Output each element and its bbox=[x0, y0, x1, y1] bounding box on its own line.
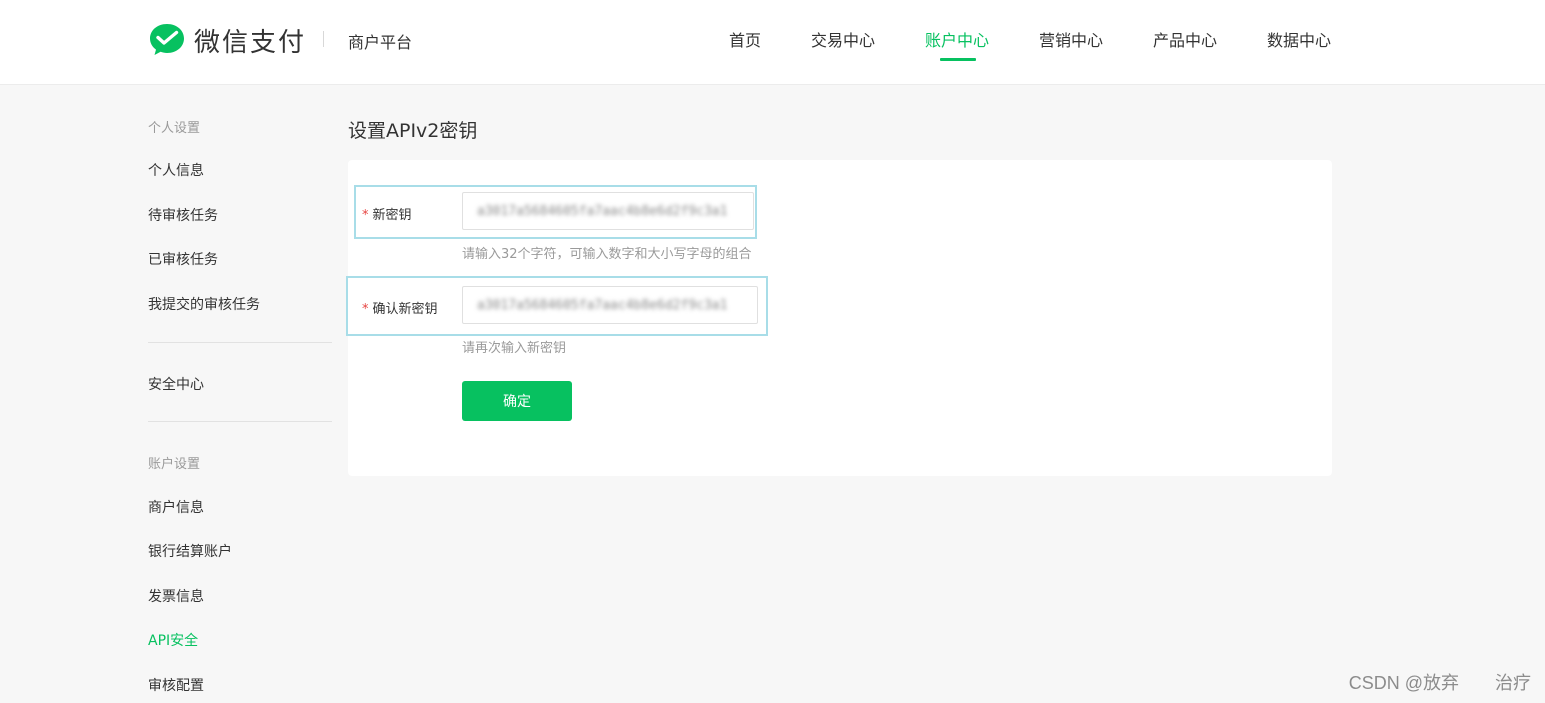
sidebar-group-personal: 个人设置 bbox=[148, 121, 201, 136]
new-key-label-text: 新密钥 bbox=[372, 208, 412, 223]
form-card: *新密钥 请输入32个字符，可输入数字和大小写字母的组合 *确认新密钥 请再次输… bbox=[346, 160, 1332, 476]
required-mark: * bbox=[362, 208, 369, 223]
page-title: 设置APIv2密钥 bbox=[348, 120, 478, 142]
required-mark: * bbox=[362, 302, 369, 317]
nav-data[interactable]: 数据中心 bbox=[1267, 27, 1331, 51]
sidebar-item-review-config[interactable]: 审核配置 bbox=[148, 675, 204, 695]
logo-text: 微信支付 bbox=[194, 27, 307, 58]
sidebar-item-invoice-info[interactable]: 发票信息 bbox=[148, 586, 204, 606]
csdn-watermark: CSDN @放弃 治疗 bbox=[1348, 673, 1531, 693]
nav-account-center[interactable]: 账户中心 bbox=[925, 27, 989, 51]
wechat-pay-logo-icon bbox=[150, 24, 184, 55]
sidebar-item-api-security[interactable]: API安全 bbox=[148, 630, 198, 650]
wechat-pay-logo[interactable]: 微信支付 bbox=[148, 22, 306, 58]
sidebar-item-security-center[interactable]: 安全中心 bbox=[148, 374, 204, 394]
confirm-button[interactable]: 确定 bbox=[462, 381, 572, 421]
new-key-input[interactable] bbox=[463, 193, 753, 229]
confirm-key-hint: 请再次输入新密钥 bbox=[462, 341, 567, 356]
sidebar-item-merchant-info[interactable]: 商户信息 bbox=[148, 497, 204, 517]
confirm-key-field[interactable] bbox=[462, 286, 758, 324]
sidebar-item-bank-account[interactable]: 银行结算账户 bbox=[148, 541, 232, 561]
sidebar-item-pending-review[interactable]: 待审核任务 bbox=[148, 205, 218, 225]
nav-products[interactable]: 产品中心 bbox=[1153, 27, 1217, 51]
nav-transactions[interactable]: 交易中心 bbox=[811, 27, 875, 51]
header-divider bbox=[323, 31, 324, 47]
top-header: 微信支付 商户平台 首页 交易中心 账户中心 营销中心 产品中心 数据中心 bbox=[0, 0, 1545, 85]
nav-marketing[interactable]: 营销中心 bbox=[1039, 27, 1103, 51]
nav-active-indicator bbox=[940, 58, 976, 61]
confirm-key-label: * 确认新密钥 bbox=[362, 298, 438, 317]
sidebar-item-reviewed[interactable]: 已审核任务 bbox=[148, 249, 218, 269]
nav-home[interactable]: 首页 bbox=[729, 27, 761, 51]
sidebar-group-account: 账户设置 bbox=[148, 457, 201, 472]
sidebar-item-personal-info[interactable]: 个人信息 bbox=[148, 160, 204, 180]
platform-name: 商户平台 bbox=[348, 33, 413, 52]
sidebar-divider bbox=[148, 421, 332, 422]
new-key-hint: 请输入32个字符，可输入数字和大小写字母的组合 bbox=[462, 247, 752, 262]
sidebar-divider bbox=[148, 342, 332, 343]
confirm-key-label-text: 确认新密钥 bbox=[372, 302, 438, 317]
sidebar-item-my-submitted[interactable]: 我提交的审核任务 bbox=[148, 294, 260, 314]
new-key-label: * 新密钥 bbox=[362, 204, 412, 223]
confirm-key-input[interactable] bbox=[463, 287, 757, 323]
new-key-field[interactable] bbox=[462, 192, 754, 230]
